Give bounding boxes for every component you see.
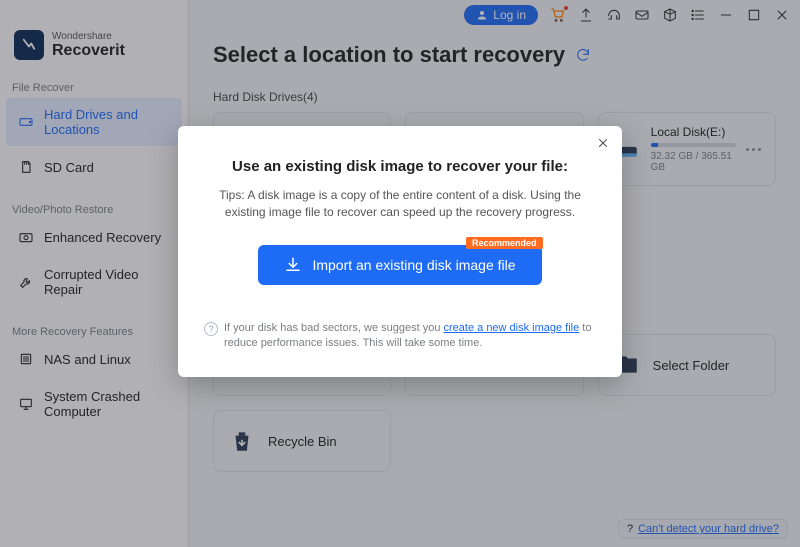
modal-tips: Tips: A disk image is a copy of the enti… bbox=[206, 187, 594, 221]
modal-overlay: Use an existing disk image to recover yo… bbox=[0, 0, 800, 547]
modal-footnote: ? If your disk has bad sectors, we sugge… bbox=[204, 321, 596, 351]
create-disk-image-link[interactable]: create a new disk image file bbox=[444, 322, 580, 334]
modal-title: Use an existing disk image to recover yo… bbox=[204, 158, 596, 175]
help-icon: ? bbox=[204, 322, 218, 336]
import-disk-image-button[interactable]: Recommended Import an existing disk imag… bbox=[258, 245, 541, 285]
download-icon bbox=[284, 256, 302, 274]
disk-image-modal: Use an existing disk image to recover yo… bbox=[178, 126, 622, 377]
import-button-label: Import an existing disk image file bbox=[312, 257, 515, 273]
foot-prefix: If your disk has bad sectors, we suggest… bbox=[224, 322, 444, 334]
modal-close-icon[interactable] bbox=[596, 136, 610, 153]
recommended-badge: Recommended bbox=[466, 237, 543, 249]
